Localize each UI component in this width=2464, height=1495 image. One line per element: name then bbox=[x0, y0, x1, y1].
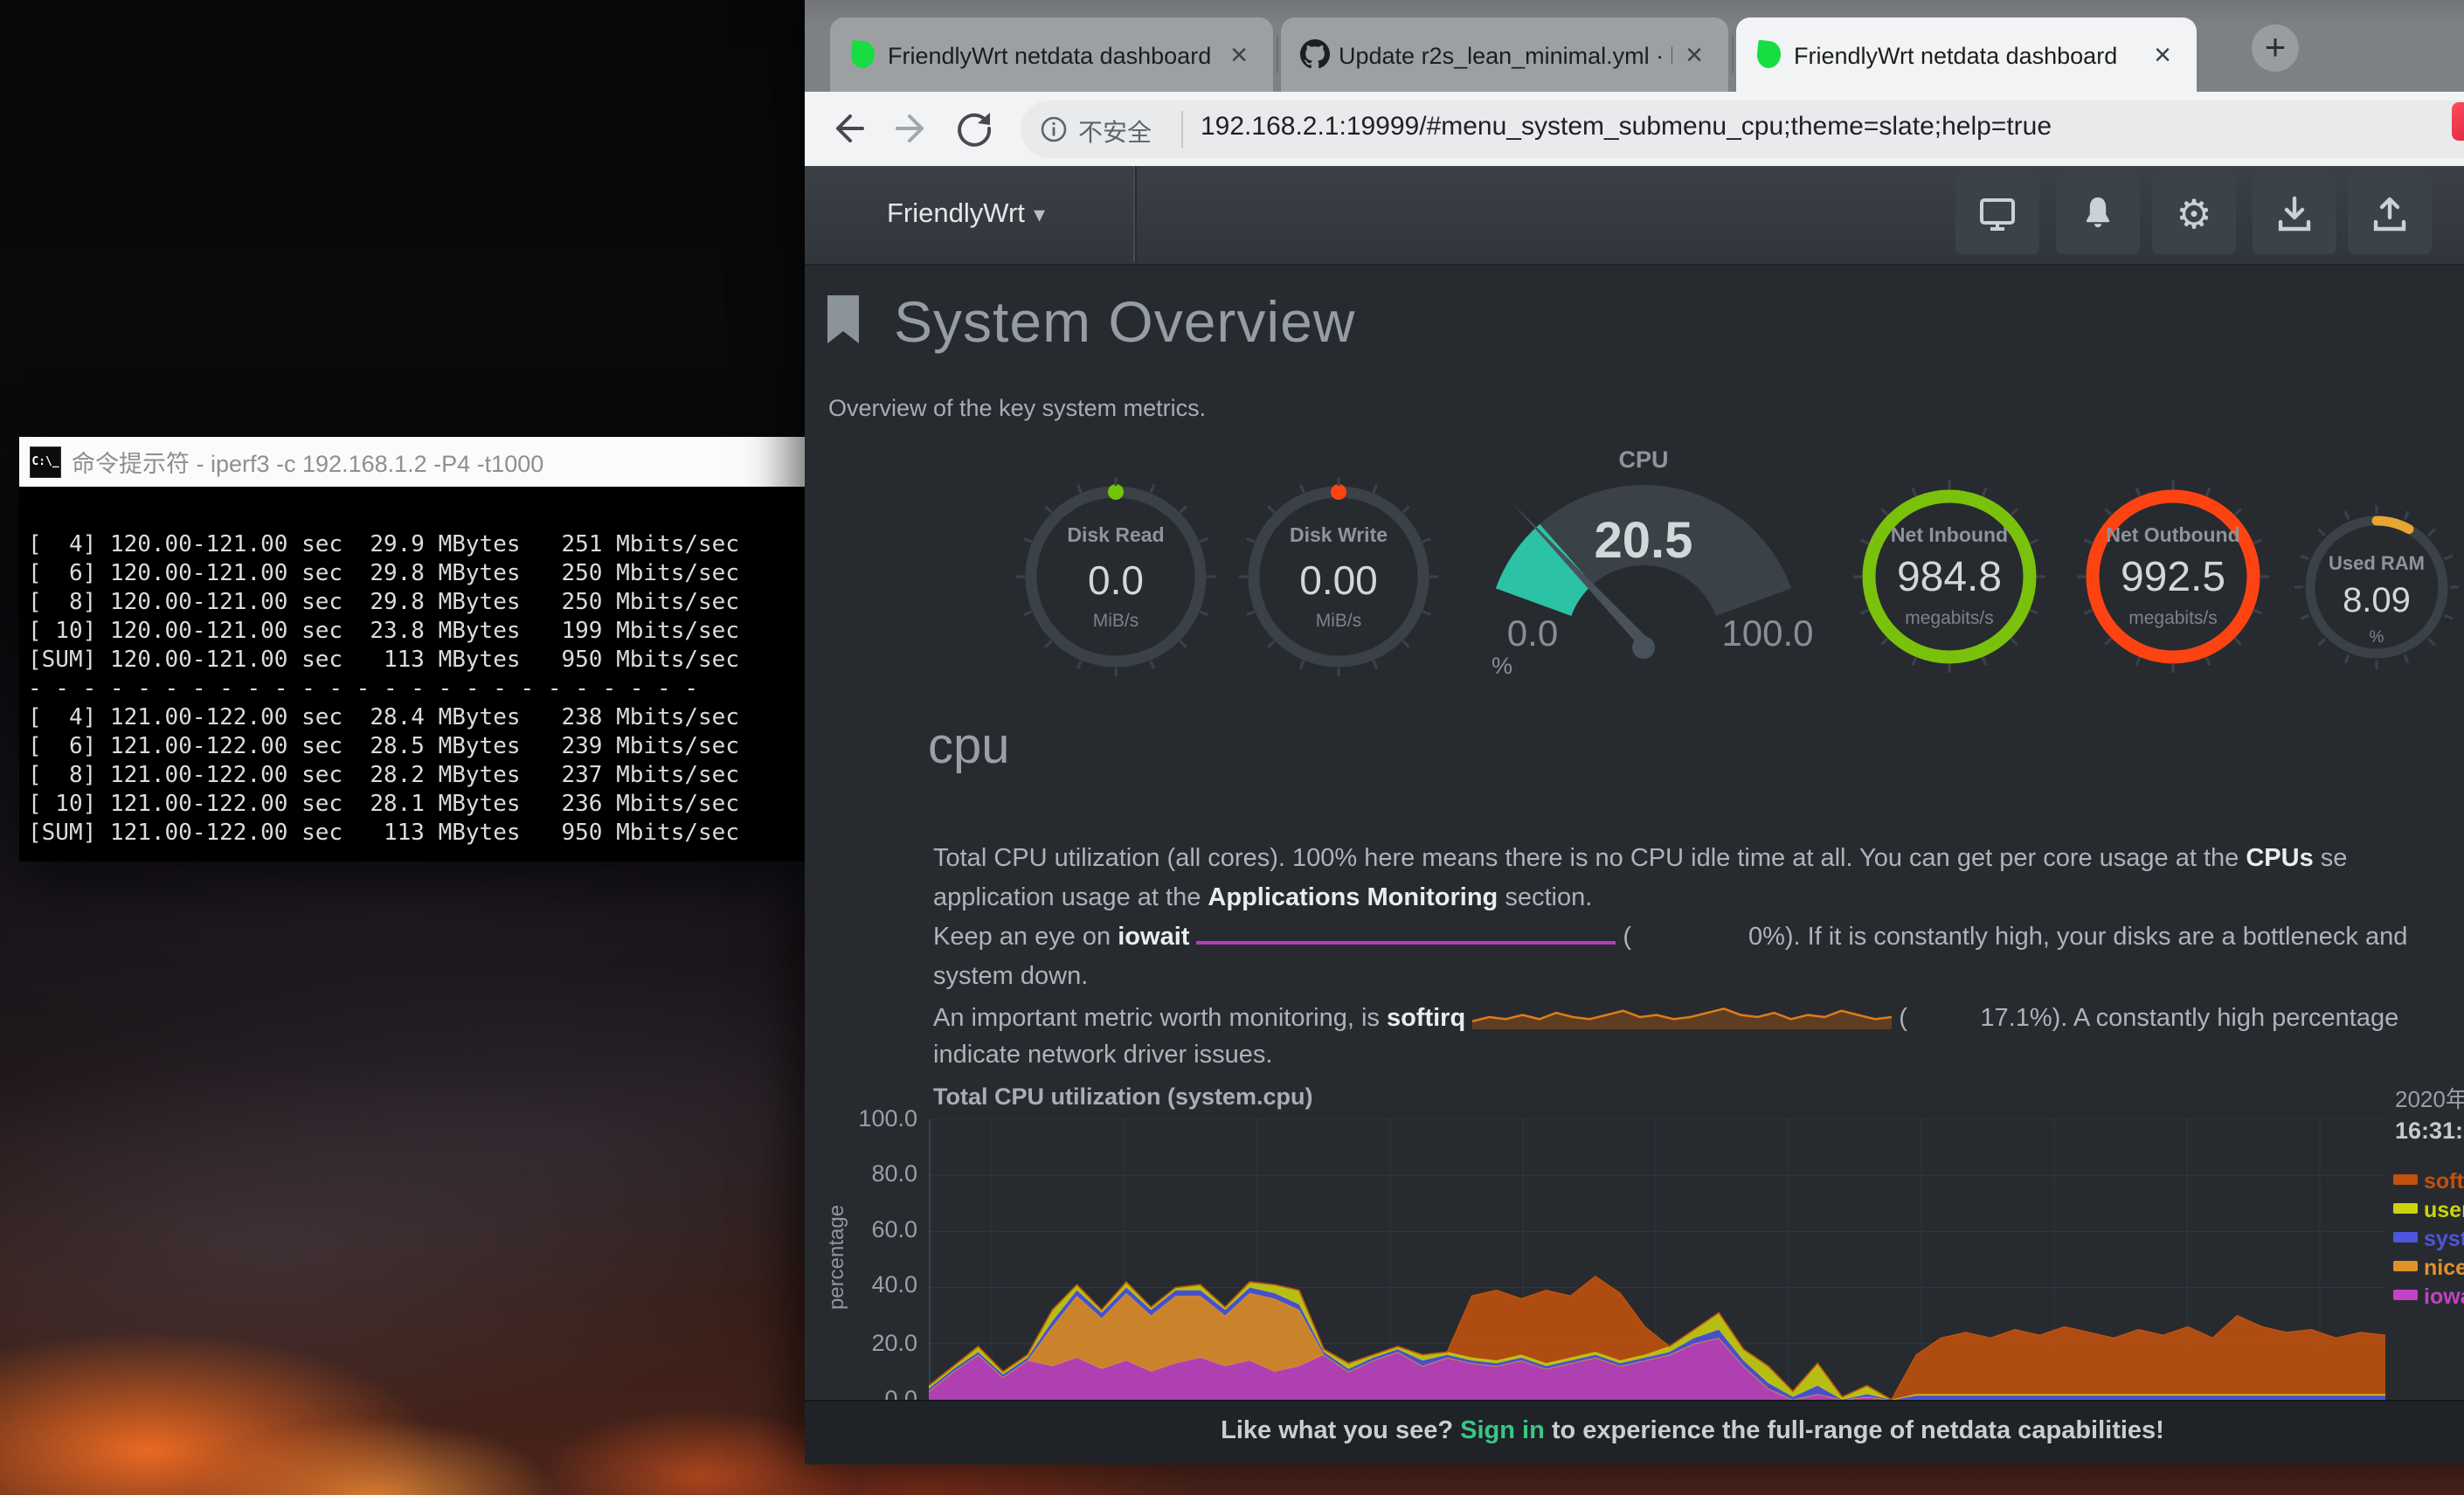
url-text[interactable]: 192.168.2.1:19999/#menu_system_submenu_c… bbox=[1201, 112, 2052, 142]
brand-dropdown[interactable]: FriendlyWrt ▾ bbox=[805, 166, 1137, 262]
tab-strip: FriendlyWrt netdata dashboard × Update r… bbox=[805, 0, 2464, 92]
forward-button[interactable] bbox=[887, 104, 936, 153]
iowait-value: 0 bbox=[1631, 923, 1762, 952]
browser-window: FriendlyWrt netdata dashboard × Update r… bbox=[805, 0, 2464, 1464]
terminal-output: [ 4] 120.00-121.00 sec 29.9 MBytes 251 M… bbox=[19, 487, 805, 862]
netdata-navbar: FriendlyWrt ▾ ⚙ bbox=[805, 166, 2464, 266]
gauge-net-outbound[interactable]: Net Outbound 992.5 megabits/s bbox=[2075, 479, 2271, 684]
applications-monitoring-link[interactable]: Applications Monitoring bbox=[1208, 883, 1498, 911]
y-axis-label: percentage bbox=[825, 1170, 849, 1345]
legend-swatch bbox=[2393, 1203, 2418, 1214]
tab-label: Update r2s_lean_minimal.yml · k bbox=[1339, 43, 1672, 70]
legend-swatch bbox=[2393, 1261, 2418, 1271]
tab-label: FriendlyWrt netdata dashboard bbox=[1794, 43, 2141, 70]
terminal-window: C:\_ 命令提示符 - iperf3 -c 192.168.1.2 -P4 -… bbox=[19, 437, 805, 862]
export-snapshot-button[interactable] bbox=[2348, 174, 2432, 254]
import-snapshot-button[interactable] bbox=[2253, 174, 2336, 254]
section-title-cpu: cpu bbox=[928, 716, 1010, 775]
tab-divider bbox=[1277, 35, 1278, 73]
netdata-page: FriendlyWrt ▾ ⚙ bbox=[805, 166, 2464, 1464]
cmd-icon: C:\_ bbox=[30, 446, 61, 478]
legend-swatch bbox=[2393, 1232, 2418, 1242]
legend-item-softirq[interactable]: softirq bbox=[2393, 1169, 2464, 1195]
monitor-icon bbox=[1976, 193, 2018, 235]
terminal-titlebar[interactable]: C:\_ 命令提示符 - iperf3 -c 192.168.1.2 -P4 -… bbox=[19, 437, 805, 487]
y-tick: 40.0 bbox=[844, 1271, 917, 1298]
legend-item-user[interactable]: user bbox=[2393, 1198, 2464, 1224]
netdata-favicon bbox=[1755, 40, 1782, 70]
legend-item-nice[interactable]: nice bbox=[2393, 1256, 2464, 1282]
iowait-sparkline bbox=[1196, 941, 1616, 945]
legend-swatch bbox=[2393, 1290, 2418, 1300]
new-tab-button[interactable]: + bbox=[2252, 24, 2299, 72]
upload-icon bbox=[2369, 193, 2411, 235]
tab-close-icon[interactable]: × bbox=[1676, 37, 1713, 73]
chart-datetime: 2020年3 16:31:2 bbox=[2395, 1083, 2464, 1146]
gauge-disk-read[interactable]: Disk Read 0.0 MiB/s bbox=[1013, 474, 1219, 692]
settings-button[interactable]: ⚙ bbox=[2152, 174, 2236, 254]
help-text: Total CPU utilization (all cores). 100% … bbox=[933, 844, 2246, 872]
legend-item-system[interactable]: system bbox=[2393, 1227, 2464, 1253]
signin-banner: Like what you see? Sign in to experience… bbox=[805, 1400, 2464, 1464]
page-title: System Overview bbox=[894, 288, 1355, 355]
tab-close-icon[interactable]: × bbox=[1221, 37, 1257, 73]
extension-icon[interactable] bbox=[2452, 102, 2464, 141]
gauge-disk-write[interactable]: Disk Write 0.00 MiB/s bbox=[1235, 474, 1442, 692]
print-dashboard-button[interactable] bbox=[1955, 174, 2039, 254]
security-label[interactable]: 不安全 bbox=[1078, 114, 1152, 149]
chart-title: Total CPU utilization (system.cpu) bbox=[933, 1083, 1313, 1111]
y-tick: 100.0 bbox=[844, 1105, 917, 1132]
tab-divider bbox=[1732, 35, 1734, 73]
download-icon bbox=[2274, 193, 2315, 235]
y-tick: 80.0 bbox=[844, 1160, 917, 1187]
cpus-link[interactable]: CPUs bbox=[2246, 844, 2313, 872]
sign-in-link[interactable]: Sign in bbox=[1460, 1416, 1545, 1444]
screen: C:\_ 命令提示符 - iperf3 -c 192.168.1.2 -P4 -… bbox=[0, 0, 2464, 1495]
gauge-unit-label: % bbox=[1476, 653, 1528, 680]
github-favicon bbox=[1300, 39, 1330, 69]
banner-text: Like what you see? bbox=[1221, 1416, 1460, 1444]
omnibox-divider bbox=[1181, 111, 1183, 148]
back-button[interactable] bbox=[824, 104, 873, 153]
netdata-favicon bbox=[849, 40, 876, 70]
address-bar[interactable]: 不安全 192.168.2.1:19999/#menu_system_subme… bbox=[1021, 100, 2464, 158]
gear-icon: ⚙ bbox=[2176, 194, 2211, 234]
gauge-min-label: 0.0 bbox=[1485, 613, 1581, 654]
chart-date: 2020年3 bbox=[2395, 1083, 2464, 1115]
gauge-net-inbound[interactable]: Net Inbound 984.8 megabits/s bbox=[1851, 479, 2047, 684]
browser-toolbar: 不安全 192.168.2.1:19999/#menu_system_subme… bbox=[805, 92, 2464, 166]
alarms-button[interactable] bbox=[2056, 174, 2140, 254]
page-subtitle: Overview of the key system metrics. bbox=[828, 395, 1206, 422]
tab-label: FriendlyWrt netdata dashboard bbox=[888, 43, 1217, 70]
cpu-help-text: Total CPU utilization (all cores). 100% … bbox=[933, 844, 2407, 1080]
tab-netdata-active[interactable]: FriendlyWrt netdata dashboard × bbox=[1736, 17, 2197, 92]
terminal-title: 命令提示符 - iperf3 -c 192.168.1.2 -P4 -t1000 bbox=[72, 445, 543, 479]
chevron-down-icon: ▾ bbox=[1034, 201, 1045, 228]
softirq-value: 17.1 bbox=[1907, 1004, 2030, 1033]
tab-close-icon[interactable]: × bbox=[2144, 37, 2181, 73]
info-icon[interactable] bbox=[1038, 114, 1069, 145]
legend-item-iowait[interactable]: iowait bbox=[2393, 1284, 2464, 1311]
tab-netdata-1[interactable]: FriendlyWrt netdata dashboard × bbox=[830, 17, 1273, 92]
cpu-utilization-chart[interactable] bbox=[929, 1119, 2385, 1400]
y-tick: 60.0 bbox=[844, 1216, 917, 1243]
gauge-cpu[interactable]: CPU 20.5 0.0 100.0 % bbox=[1469, 441, 1818, 677]
softirq-sparkline bbox=[1472, 1001, 1892, 1031]
banner-text: to experience the full-range of netdata … bbox=[1545, 1416, 2164, 1444]
tab-github[interactable]: Update r2s_lean_minimal.yml · k × bbox=[1281, 17, 1728, 92]
gauge-used-ram[interactable]: Used RAM 8.09 % bbox=[2294, 504, 2460, 679]
bell-icon bbox=[2077, 193, 2119, 235]
gauge-max-label: 100.0 bbox=[1715, 613, 1820, 654]
brand-label: FriendlyWrt bbox=[887, 197, 1025, 229]
reload-button[interactable] bbox=[950, 104, 999, 153]
chart-time: 16:31:2 bbox=[2395, 1115, 2464, 1146]
legend-swatch bbox=[2393, 1174, 2418, 1185]
bookmark-icon bbox=[827, 294, 860, 345]
y-tick: 20.0 bbox=[844, 1330, 917, 1357]
